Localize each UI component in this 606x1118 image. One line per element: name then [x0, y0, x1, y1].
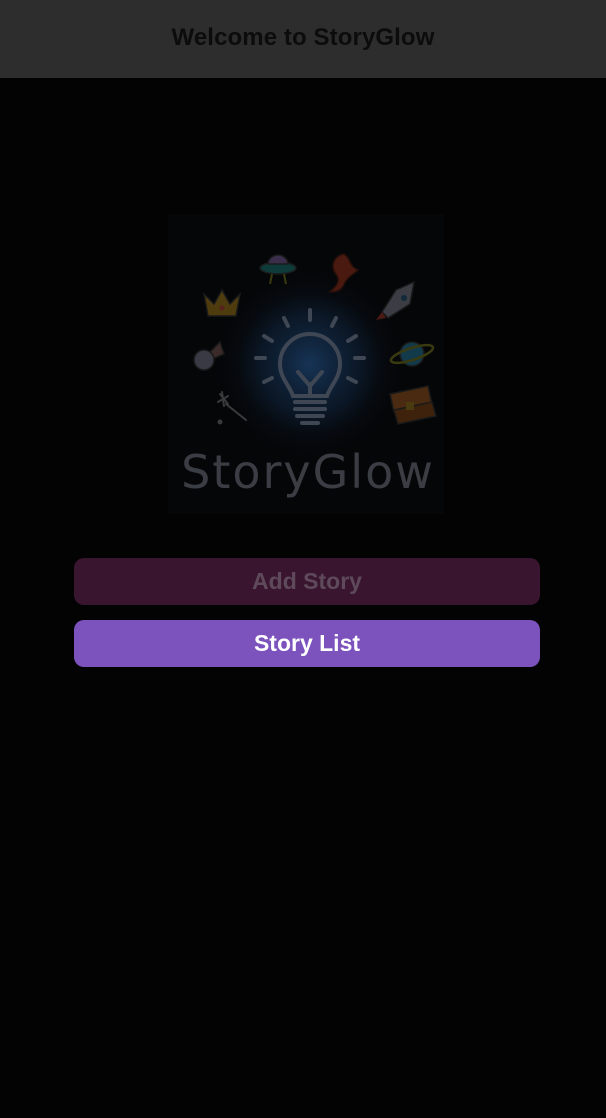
add-story-button[interactable]: Add Story: [74, 558, 540, 605]
story-list-button[interactable]: Story List: [74, 620, 540, 667]
page-title: Welcome to StoryGlow: [171, 24, 435, 51]
logo-wordmark: StoryGlow: [181, 445, 435, 499]
app-logo: StoryGlow: [168, 214, 444, 514]
navigation-bar: Welcome to StoryGlow: [0, 0, 606, 78]
rocket-icon: [376, 280, 415, 320]
crown-icon: [202, 288, 242, 317]
welcome-screen: Welcome to StoryGlow StoryGlow Add Story…: [0, 0, 606, 1118]
